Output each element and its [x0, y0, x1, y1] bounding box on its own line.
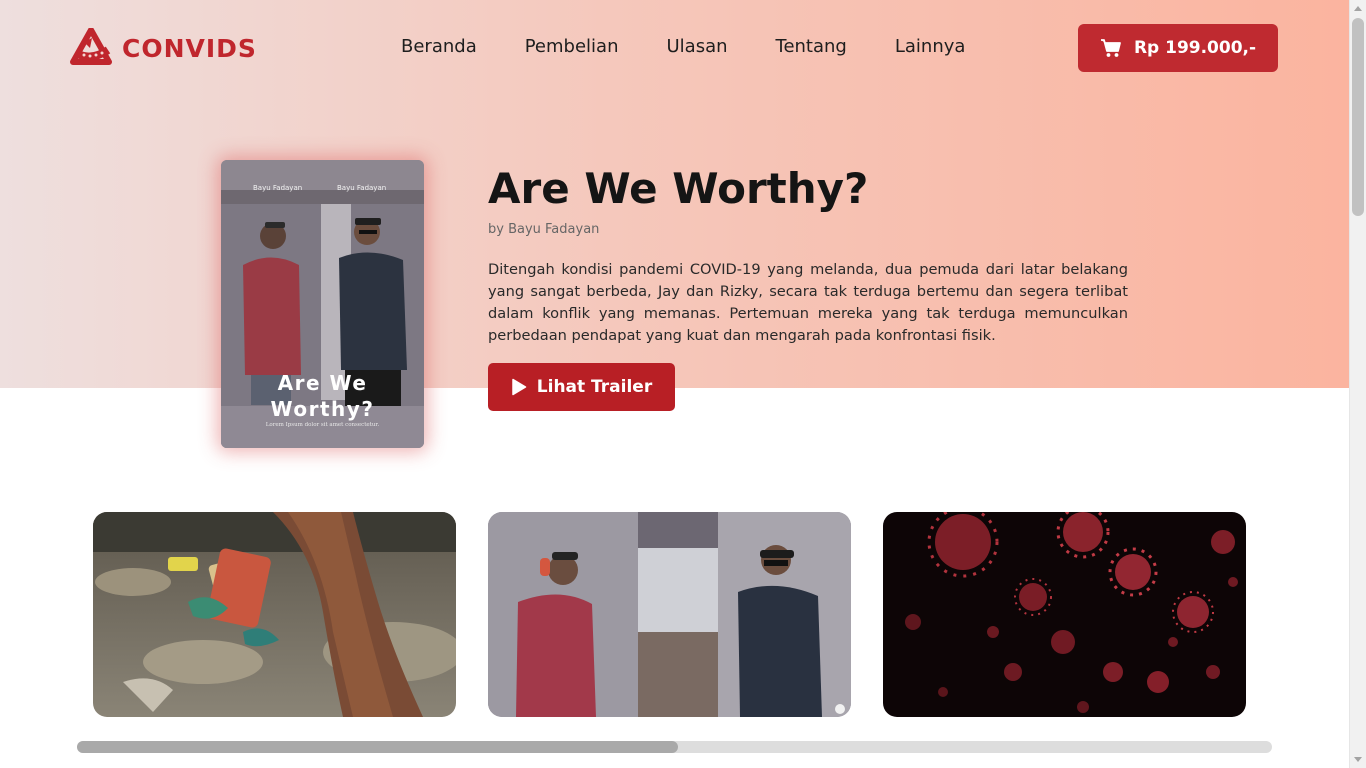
- poster-title-line1: Are We: [277, 371, 368, 395]
- gallery-scroll-thumb[interactable]: [77, 741, 678, 753]
- gallery-scrollbar[interactable]: [77, 741, 1272, 753]
- poster-credit-right: Bayu Fadayan: [337, 184, 387, 192]
- scene-image-trash-beach: [93, 512, 456, 717]
- nav-item-lainnya[interactable]: Lainnya: [895, 36, 966, 57]
- scroll-down-arrow-icon[interactable]: [1354, 757, 1362, 762]
- nav-item-ulasan[interactable]: Ulasan: [666, 36, 727, 57]
- movie-author: by Bayu Fadayan: [488, 222, 600, 237]
- poster-title-line2: Worthy?: [270, 397, 375, 421]
- play-icon: [512, 378, 527, 396]
- film-reel-icon: [70, 28, 112, 65]
- page-scrollbar[interactable]: [1349, 0, 1366, 768]
- scene-image-alley: [488, 512, 851, 717]
- nav-item-tentang[interactable]: Tentang: [776, 36, 847, 57]
- poster-credit-left: Bayu Fadayan: [253, 184, 303, 192]
- cart-button[interactable]: Rp 199.000,-: [1078, 24, 1278, 72]
- poster-title: Are We Worthy?: [221, 370, 424, 422]
- nav-item-pembelian[interactable]: Pembelian: [525, 36, 619, 57]
- main-nav: Beranda Pembelian Ulasan Tentang Lainnya: [401, 36, 1013, 57]
- gallery-item-alley[interactable]: [488, 512, 851, 717]
- nav-item-beranda[interactable]: Beranda: [401, 36, 477, 57]
- brand-logo[interactable]: CONVIDS: [70, 28, 257, 68]
- watch-trailer-button[interactable]: Lihat Trailer: [488, 363, 675, 411]
- gallery-item-trash-beach[interactable]: [93, 512, 456, 717]
- poster-tagline: Lorem Ipsum dolor sit amet consectetur.: [265, 422, 380, 428]
- trailer-label: Lihat Trailer: [536, 377, 653, 397]
- cart-total: Rp 199.000,-: [1133, 38, 1257, 58]
- brand-name: CONVIDS: [122, 33, 257, 63]
- gallery-item-virus[interactable]: [883, 512, 1246, 717]
- cart-icon: [1100, 39, 1121, 57]
- movie-title: Are We Worthy?: [488, 164, 869, 213]
- scene-gallery: [93, 512, 1278, 717]
- page-scroll-thumb[interactable]: [1352, 18, 1364, 216]
- movie-synopsis: Ditengah kondisi pandemi COVID-19 yang m…: [488, 261, 1128, 344]
- movie-poster[interactable]: Bayu Fadayan Bayu Fadayan Are We Worthy?…: [221, 160, 424, 448]
- scroll-up-arrow-icon[interactable]: [1354, 6, 1362, 11]
- scene-image-virus: [883, 512, 1246, 717]
